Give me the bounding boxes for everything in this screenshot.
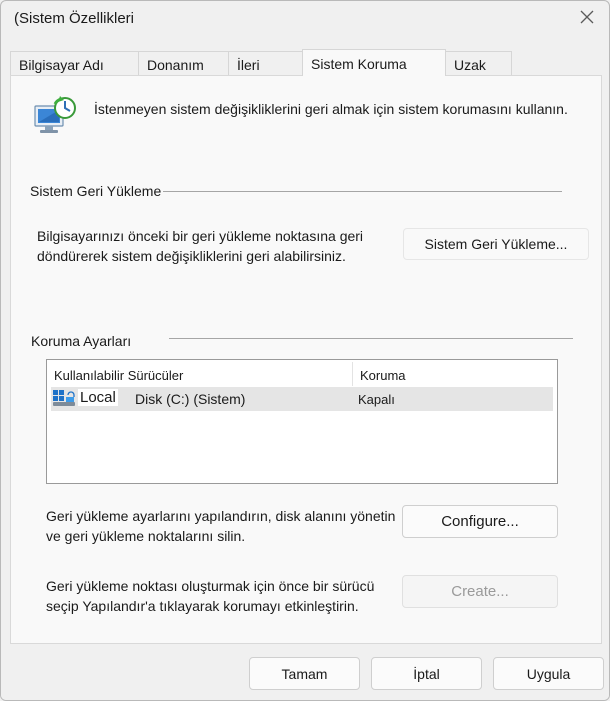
intro-text: İstenmeyen sistem değişikliklerini geri … [94, 101, 568, 117]
close-button[interactable] [567, 3, 607, 31]
list-header: Kullanılabilir Sürücüler Koruma [47, 360, 557, 388]
system-protection-icon [31, 96, 79, 140]
create-desc-line2: seçip Yapılandır'a tıklayarak korumayı e… [46, 598, 359, 614]
drive-prefix: Local [78, 389, 118, 406]
tab-computer-name[interactable]: Bilgisayar Adı [10, 51, 139, 75]
protection-status: Kapalı [358, 392, 395, 407]
configure-desc-line2: ve geri yükleme noktalarını silin. [46, 528, 246, 544]
dialog-footer: Tamam İptal Uygula [1, 644, 609, 700]
system-restore-button[interactable]: Sistem Geri Yükleme... [403, 228, 589, 260]
tab-label: Uzak [454, 57, 486, 73]
cancel-button[interactable]: İptal [371, 657, 482, 690]
configure-desc-line1: Geri yükleme ayarlarını yapılandırın, di… [46, 508, 396, 524]
protection-group-title: Koruma Ayarları [31, 333, 134, 349]
tab-label: İleri [237, 57, 260, 73]
column-header-drives[interactable]: Kullanılabilir Sürücüler [47, 360, 352, 388]
restore-desc-line2: döndürerek sistem değişikliklerini geri … [37, 248, 346, 264]
tab-remote[interactable]: Uzak [445, 51, 512, 75]
tab-hardware[interactable]: Donanım [138, 51, 229, 75]
tab-label: Bilgisayar Adı [19, 57, 104, 73]
ok-button[interactable]: Tamam [249, 657, 360, 690]
restore-group-title: Sistem Geri Yükleme [30, 183, 164, 199]
create-desc-line1: Geri yükleme noktası oluşturmak için önc… [46, 578, 375, 594]
window-title: (Sistem Özellikleri [14, 10, 135, 27]
table-row[interactable]: Local Disk (C:) (Sistem) Kapalı [51, 387, 553, 411]
close-icon [580, 10, 594, 24]
configure-button[interactable]: Configure... [402, 505, 558, 538]
system-protection-panel: İstenmeyen sistem değişikliklerini geri … [10, 75, 602, 644]
system-properties-dialog: (Sistem Özellikleri Bilgisayar Adı Donan… [0, 0, 610, 701]
drives-list[interactable]: Kullanılabilir Sürücüler Koruma Local Di… [46, 359, 558, 484]
column-header-protection[interactable]: Koruma [353, 360, 553, 388]
apply-button[interactable]: Uygula [493, 657, 604, 690]
tab-label: Sistem Koruma [311, 56, 407, 72]
drive-icon [53, 389, 77, 407]
tab-system-protection[interactable]: Sistem Koruma [302, 49, 446, 76]
protection-group-divider [169, 338, 573, 339]
tab-advanced[interactable]: İleri [228, 51, 303, 75]
drive-name: Disk (C:) (Sistem) [135, 391, 246, 407]
create-button[interactable]: Create... [402, 575, 558, 608]
restore-desc-line1: Bilgisayarınızı önceki bir geri yükleme … [37, 228, 364, 244]
tab-label: Donanım [147, 57, 204, 73]
restore-group-divider [161, 191, 562, 192]
